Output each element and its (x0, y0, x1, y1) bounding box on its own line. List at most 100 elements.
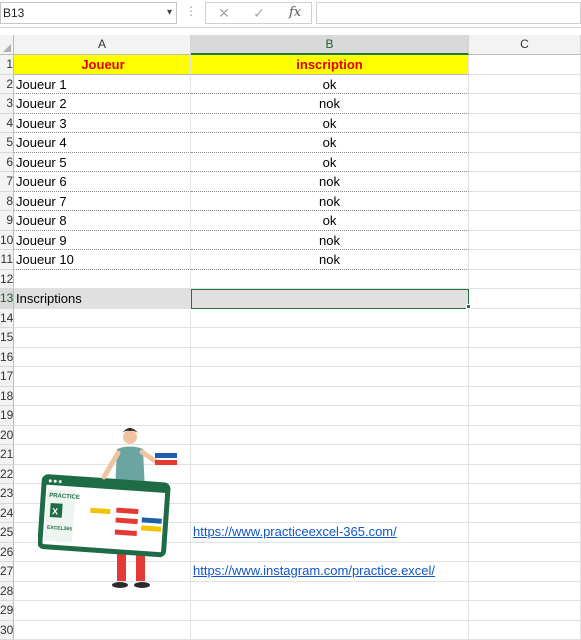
fill-handle[interactable] (466, 304, 471, 309)
cell-c2[interactable] (469, 74, 581, 94)
cell-c24[interactable] (469, 503, 581, 523)
cell-b13[interactable] (191, 289, 469, 309)
row-header-13[interactable]: 13 (0, 289, 14, 309)
cell-c25[interactable] (469, 523, 581, 543)
cell-c26[interactable] (469, 542, 581, 562)
cell-c13[interactable] (469, 289, 581, 309)
cell-a19[interactable] (14, 406, 191, 426)
cell-c18[interactable] (469, 386, 581, 406)
cell-a18[interactable] (14, 386, 191, 406)
cell-b28[interactable] (191, 581, 469, 601)
cell-a5[interactable]: Joueur 4 (14, 133, 191, 153)
cell-a11[interactable]: Joueur 10 (14, 250, 191, 270)
row-header-25[interactable]: 25 (0, 523, 14, 543)
cell-c11[interactable] (469, 250, 581, 270)
select-all-corner[interactable] (0, 35, 14, 55)
cell-b14[interactable] (191, 308, 469, 328)
row-header-26[interactable]: 26 (0, 542, 14, 562)
row-header-23[interactable]: 23 (0, 484, 14, 504)
cell-a30[interactable] (14, 620, 191, 640)
cell-a10[interactable]: Joueur 9 (14, 230, 191, 250)
cell-b9[interactable]: ok (191, 211, 469, 231)
row-header-6[interactable]: 6 (0, 152, 14, 172)
row-header-5[interactable]: 5 (0, 133, 14, 153)
row-header-29[interactable]: 29 (0, 601, 14, 621)
cell-c22[interactable] (469, 464, 581, 484)
cell-a7[interactable]: Joueur 6 (14, 172, 191, 192)
cell-c1[interactable] (469, 55, 581, 75)
cell-b11[interactable]: nok (191, 250, 469, 270)
chevron-down-icon[interactable]: ▾ (167, 7, 172, 18)
row-header-14[interactable]: 14 (0, 308, 14, 328)
row-header-28[interactable]: 28 (0, 581, 14, 601)
column-header-a[interactable]: A (14, 35, 191, 55)
cell-b23[interactable] (191, 484, 469, 504)
cell-c16[interactable] (469, 347, 581, 367)
cell-a14[interactable] (14, 308, 191, 328)
row-header-17[interactable]: 17 (0, 367, 14, 387)
instagram-link[interactable]: https://www.instagram.com/practice.excel… (193, 563, 435, 578)
row-header-3[interactable]: 3 (0, 94, 14, 114)
cell-a12[interactable] (14, 269, 191, 289)
cell-a16[interactable] (14, 347, 191, 367)
row-header-8[interactable]: 8 (0, 191, 14, 211)
cell-a9[interactable]: Joueur 8 (14, 211, 191, 231)
row-header-10[interactable]: 10 (0, 230, 14, 250)
cell-c9[interactable] (469, 211, 581, 231)
check-icon[interactable]: ✓ (250, 5, 268, 22)
column-header-b[interactable]: B (191, 35, 469, 55)
x-icon[interactable]: ✕ (215, 5, 233, 22)
drag-handle-icon[interactable]: ⋮ (185, 4, 197, 18)
cell-b21[interactable] (191, 445, 469, 465)
cell-c21[interactable] (469, 445, 581, 465)
cell-b22[interactable] (191, 464, 469, 484)
cell-b16[interactable] (191, 347, 469, 367)
row-header-19[interactable]: 19 (0, 406, 14, 426)
cell-a8[interactable]: Joueur 7 (14, 191, 191, 211)
formula-input[interactable] (316, 2, 581, 24)
row-header-7[interactable]: 7 (0, 172, 14, 192)
cell-a29[interactable] (14, 601, 191, 621)
cell-a13[interactable]: Inscriptions (14, 289, 191, 309)
cell-b7[interactable]: nok (191, 172, 469, 192)
cell-b30[interactable] (191, 620, 469, 640)
cell-b10[interactable]: nok (191, 230, 469, 250)
row-header-11[interactable]: 11 (0, 250, 14, 270)
cell-a2[interactable]: Joueur 1 (14, 74, 191, 94)
cell-c28[interactable] (469, 581, 581, 601)
cell-c5[interactable] (469, 133, 581, 153)
row-header-2[interactable]: 2 (0, 74, 14, 94)
cell-c23[interactable] (469, 484, 581, 504)
row-header-20[interactable]: 20 (0, 425, 14, 445)
row-header-27[interactable]: 27 (0, 562, 14, 582)
row-header-9[interactable]: 9 (0, 211, 14, 231)
cell-a4[interactable]: Joueur 3 (14, 113, 191, 133)
cell-c20[interactable] (469, 425, 581, 445)
row-header-30[interactable]: 30 (0, 620, 14, 640)
cell-c15[interactable] (469, 328, 581, 348)
column-header-c[interactable]: C (469, 35, 581, 55)
row-header-1[interactable]: 1 (0, 55, 14, 75)
cell-c4[interactable] (469, 113, 581, 133)
cell-b8[interactable]: nok (191, 191, 469, 211)
row-header-15[interactable]: 15 (0, 328, 14, 348)
cell-b4[interactable]: ok (191, 113, 469, 133)
cell-b20[interactable] (191, 425, 469, 445)
cell-b5[interactable]: ok (191, 133, 469, 153)
cell-c19[interactable] (469, 406, 581, 426)
cell-c3[interactable] (469, 94, 581, 114)
cell-b24[interactable] (191, 503, 469, 523)
row-header-18[interactable]: 18 (0, 386, 14, 406)
cell-b18[interactable] (191, 386, 469, 406)
cell-c27[interactable] (469, 562, 581, 582)
row-header-21[interactable]: 21 (0, 445, 14, 465)
cell-a1[interactable]: Joueur (14, 55, 191, 75)
cell-a6[interactable]: Joueur 5 (14, 152, 191, 172)
cell-b17[interactable] (191, 367, 469, 387)
cell-b1[interactable]: inscription (191, 55, 469, 75)
cell-b26[interactable] (191, 542, 469, 562)
cell-c14[interactable] (469, 308, 581, 328)
row-header-12[interactable]: 12 (0, 269, 14, 289)
cell-c8[interactable] (469, 191, 581, 211)
name-box[interactable]: B13 ▾ (0, 2, 177, 24)
